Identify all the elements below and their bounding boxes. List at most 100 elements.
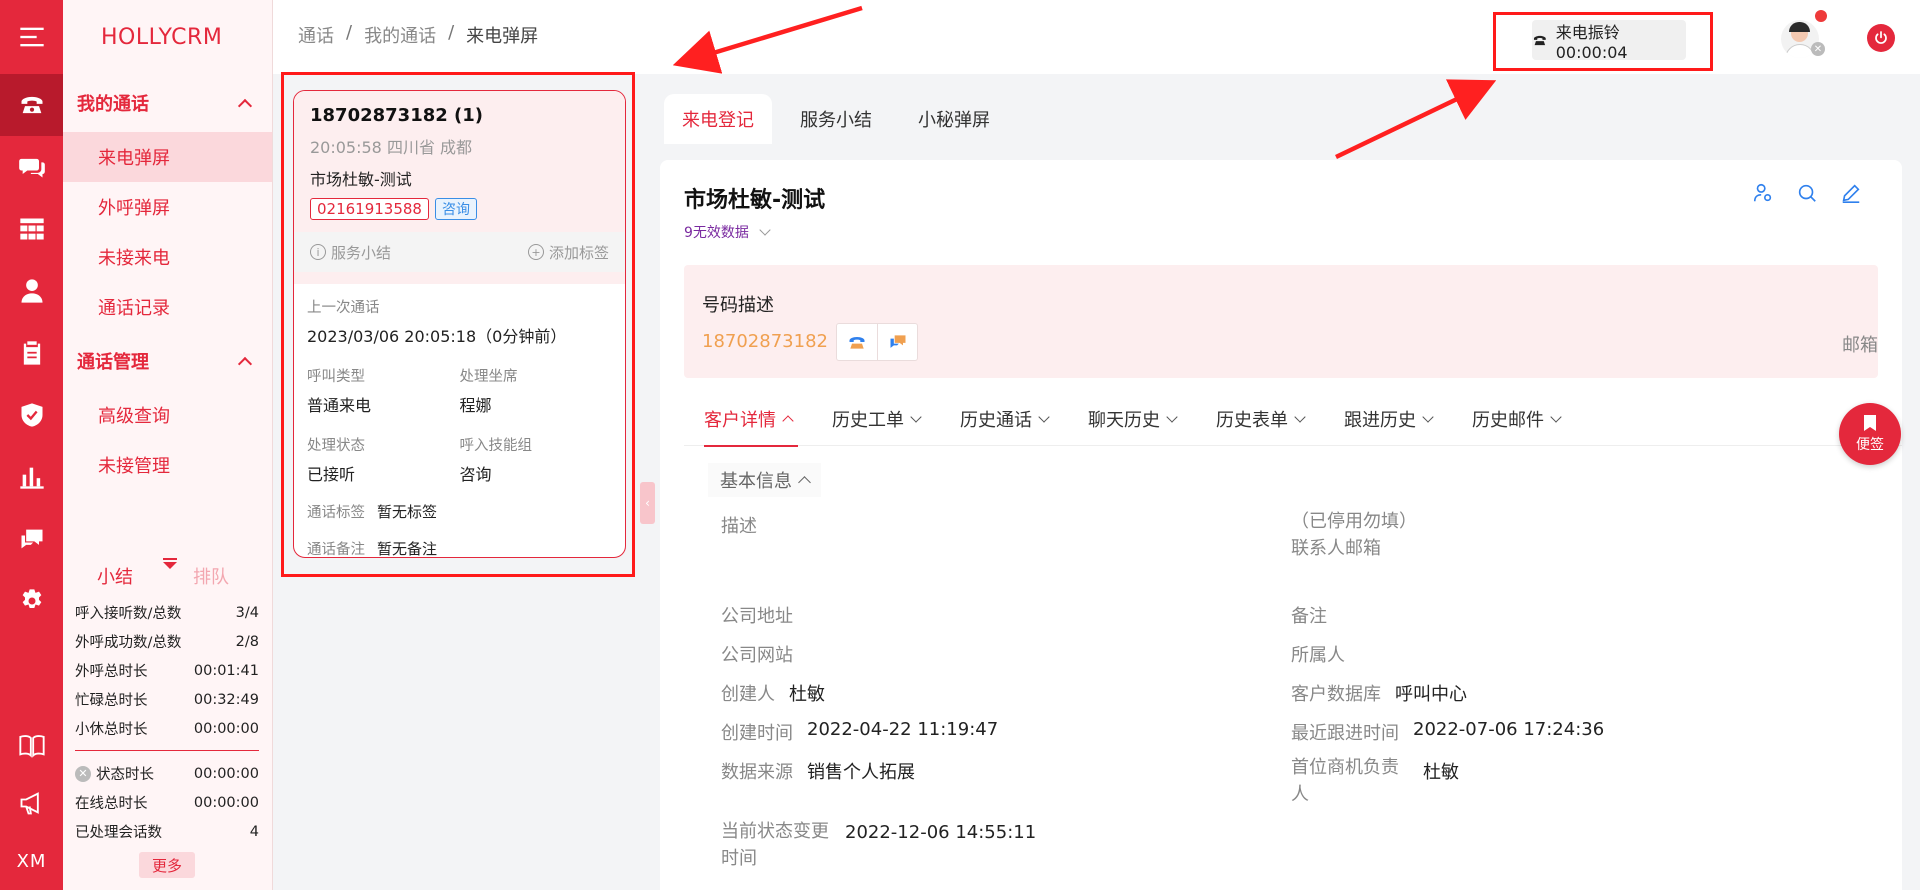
sticky-note-button[interactable]: 便签 [1839,403,1901,465]
sidebar-item-missed-management[interactable]: 未接管理 [63,440,272,490]
shield-icon[interactable] [0,384,63,446]
call-card[interactable]: 18702873182 (1) 20:05:58 四川省 成都 市场杜敏-测试 … [293,90,626,558]
customer-name: 市场杜敏-测试 [310,170,412,189]
customer-panel: 市场杜敏-测试 9无效数据 号码描述 18702873182 邮箱 客户详情 历… [660,160,1902,890]
add-tag-button[interactable]: + 添加标签 [527,242,609,263]
phone-icon [1533,35,1546,45]
chevron-down-icon [759,224,771,236]
bar-chart-icon[interactable] [0,446,63,508]
ringing-highlight-box: 来电振铃 00:00:04 [1493,12,1713,71]
icon-rail: XM [0,0,63,890]
search-icon[interactable] [1796,182,1818,204]
field-remarks: 备注 [1291,606,1327,627]
tab-chat-history[interactable]: 聊天历史 [1068,392,1196,446]
user-icon[interactable] [0,260,63,322]
collapse-handle[interactable]: ‹ [640,482,655,524]
call-time-location: 20:05:58 四川省 成都 [310,138,473,157]
phone-number-value[interactable]: 18702873182 [702,331,828,352]
power-icon[interactable] [1867,24,1895,52]
sidebar-item-advanced-search[interactable]: 高级查询 [63,390,272,440]
field-owner: 所属人 [1291,645,1345,666]
tab-call-registration[interactable]: 来电登记 [664,94,772,144]
invalid-data-dropdown[interactable]: 9无效数据 [684,222,771,242]
number-description-box: 号码描述 18702873182 邮箱 [684,265,1878,378]
call-notes-value: 暂无备注 [377,540,438,558]
stat-row: 小休总时长 00:00:00 [75,720,259,739]
sidebar-item-incoming-popup[interactable]: 来电弹屏 [63,132,272,182]
customer-title: 市场杜敏-测试 [684,188,826,213]
arrow-to-ringing [1335,79,1497,160]
megaphone-icon[interactable] [0,774,63,832]
stat-row: ✕ 状态时长 00:00:00 [75,759,259,788]
agent-value: 程娜 [459,396,492,415]
status-offline-icon: ✕ [1811,42,1825,56]
tab-queue[interactable]: 排队 [193,563,229,589]
stat-row: 忙碌总时长 00:32:49 [75,691,259,710]
close-circle-icon: ✕ [75,765,91,782]
nav-group-my-calls[interactable]: 我的通话 [63,74,272,132]
phone-icon[interactable] [0,74,63,136]
user-settings-icon[interactable] [1752,182,1774,204]
tab-history-tickets[interactable]: 历史工单 [812,392,940,446]
sidebar-item-call-records[interactable]: 通话记录 [63,282,272,332]
plus-circle-icon: + [527,244,544,260]
chevron-up-icon [782,415,794,427]
tab-service-summary[interactable]: 服务小结 [782,94,890,144]
basic-info-toggle[interactable]: 基本信息 [708,463,821,497]
more-button[interactable]: 更多 [139,852,195,878]
user-initials: XM [16,850,47,872]
caller-number: 18702873182 (1) [310,105,484,126]
tab-history-calls[interactable]: 历史通话 [940,392,1068,446]
breadcrumb-item[interactable]: 我的通话 [364,22,436,48]
stat-row: 外呼成功数/总数 2/8 [75,633,259,652]
chevron-up-icon [237,356,253,372]
field-status-change-time: 当前状态变更时间 2022-12-06 14:55:11 [721,821,1037,869]
breadcrumb-item[interactable]: 通话 [298,22,334,48]
field-last-followup: 最近跟进时间 2022-07-06 17:24:36 [1291,719,1605,744]
tab-assistant-popup[interactable]: 小秘弹屏 [900,94,1008,144]
breadcrumb: 通话 / 我的通话 / 来电弹屏 [298,22,539,48]
sidebar-item-missed-calls[interactable]: 未接来电 [63,232,272,282]
bookmark-icon [1864,415,1876,431]
menu-icon[interactable] [0,0,63,74]
info-icon: i [310,244,326,260]
status-value: 已接听 [307,465,356,484]
stats-panel: 小结 排队 呼入接听数/总数 3/4 外呼成功数/总数 2/8 外呼总时长 00:01… [63,554,273,890]
field-creator: 创建人 杜敏 [721,684,825,705]
field-created-time: 创建时间 2022-04-22 11:19:47 [721,719,999,744]
call-phone-icon[interactable] [837,324,877,360]
email-label: 邮箱 [1842,335,1878,356]
main-tabs: 来电登记 服务小结 小秘弹屏 [664,94,1008,144]
chevron-down-icon [1166,411,1178,423]
tab-indicator-icon [163,562,177,569]
tab-followup-history[interactable]: 跟进历史 [1324,392,1452,446]
service-summary-button[interactable]: i 服务小结 [310,242,391,263]
tab-summary[interactable]: 小结 [97,563,133,589]
field-company-website: 公司网站 [721,645,793,666]
stat-row: 已处理会话数 4 [75,823,259,842]
clipboard-icon[interactable] [0,322,63,384]
ringing-label: 来电振铃 00:00:04 [1555,22,1628,62]
tab-indicator-bar [163,558,177,560]
nav-group-label: 我的通话 [77,94,149,115]
tab-history-forms[interactable]: 历史表单 [1196,392,1324,446]
book-icon[interactable] [0,716,63,774]
sidebar: HOLLYCRM 我的通话 来电弹屏 外呼弹屏 未接来电 通话记录 通话管理 高… [63,0,273,890]
tab-customer-details[interactable]: 客户详情 [684,392,812,447]
chevron-down-icon [1550,411,1562,423]
gear-icon[interactable] [0,570,63,632]
chat-icon[interactable] [0,136,63,198]
send-message-icon[interactable] [877,324,917,360]
grid-icon[interactable] [0,198,63,260]
number-description-label: 号码描述 [702,295,774,316]
nav-group-call-management[interactable]: 通话管理 [63,332,272,390]
edit-icon[interactable] [1840,182,1862,204]
message-icon[interactable] [0,508,63,570]
ringing-status[interactable]: 来电振铃 00:00:04 [1532,20,1686,62]
last-call-value: 2023/03/06 20:05:18（0分钟前） [307,327,567,346]
field-company-address: 公司地址 [721,606,793,627]
tab-history-emails[interactable]: 历史邮件 [1452,392,1580,446]
field-contact-email: （已停用勿填）联系人邮箱 [1291,511,1408,559]
sidebar-item-outbound-popup[interactable]: 外呼弹屏 [63,182,272,232]
stat-row: 在线总时长 00:00:00 [75,794,259,813]
